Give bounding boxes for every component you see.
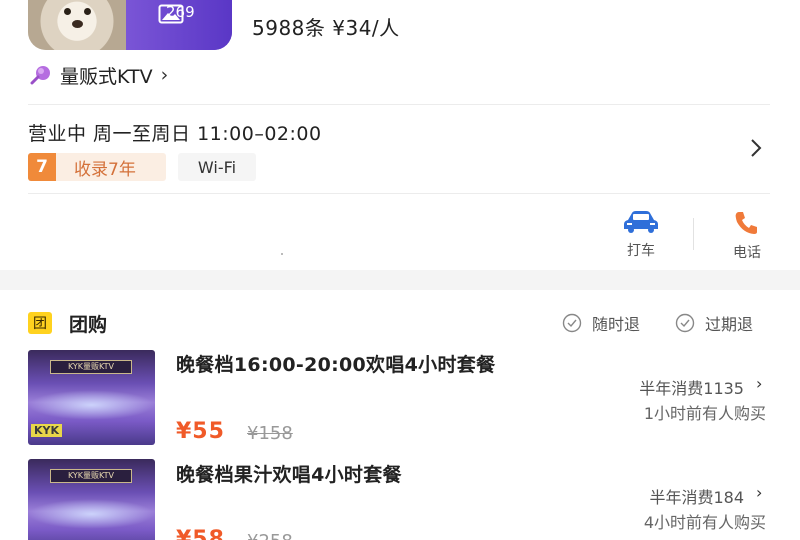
deal-image-signboard: KYK量贩KTV [50, 360, 132, 374]
check-circle-icon [562, 313, 582, 333]
deal-recent-purchase: 4小时前有人购买 [643, 513, 766, 532]
divider [28, 193, 770, 194]
check-circle-icon [675, 313, 695, 333]
deal-title[interactable]: 晚餐档16:00-20:00欢唱4小时套餐 [176, 350, 495, 377]
chevron-right-icon[interactable]: › [756, 374, 762, 393]
dog-nose [72, 20, 83, 28]
deal-sales-count: 半年消费184 [649, 488, 744, 507]
refund-anytime-badge: 随时退 [562, 311, 640, 335]
action-divider [693, 218, 694, 250]
deal-recent-purchase: 1小时前有人购买 [643, 404, 766, 423]
group-buy-title: 团购 [69, 314, 108, 336]
deal-sales-count: 半年消费1135 [639, 379, 744, 398]
stray-dot [281, 253, 283, 255]
dog-eye-left [64, 8, 71, 15]
shop-photo-dog-image [28, 0, 126, 50]
chevron-right-icon[interactable] [750, 138, 762, 158]
chevron-right-icon[interactable]: › [756, 483, 762, 502]
deal-original-price: ¥158 [247, 423, 293, 444]
wifi-tag: Wi-Fi [178, 153, 256, 181]
phone-label: 电话 [733, 245, 761, 261]
shop-photo-thumbnail[interactable]: 269 [28, 0, 232, 50]
phone-icon [735, 212, 757, 234]
deal-image-logo: KYK [31, 424, 63, 437]
listed-years-text: 收录7年 [74, 159, 136, 180]
review-count-and-avg-price: 5988条 ¥34/人 [252, 16, 400, 40]
deal-image-signboard: KYK量贩KTV [50, 469, 132, 483]
group-buy-badge-icon: 团 [28, 312, 52, 334]
listed-years-tag: 7 收录7年 [28, 153, 166, 181]
deal-price: ¥55 [176, 419, 225, 444]
deal-original-price: ¥258 [247, 531, 293, 540]
photo-count: 269 [166, 3, 195, 21]
taxi-label: 打车 [627, 243, 655, 259]
refund-anytime-label: 随时退 [592, 315, 641, 334]
deal-image-lighting [28, 390, 155, 420]
divider [28, 104, 770, 105]
category-link[interactable]: 量贩式KTV › [30, 62, 168, 88]
listed-years-number: 7 [28, 153, 56, 181]
phone-button[interactable]: 电话 [717, 210, 777, 262]
deal-image[interactable]: KYK量贩KTV KYK [28, 350, 155, 445]
category-label: 量贩式KTV [60, 65, 153, 88]
dog-eye-right [84, 8, 91, 15]
chevron-right-icon: › [160, 64, 169, 86]
deal-image-lighting [28, 499, 155, 529]
refund-expired-badge: 过期退 [675, 311, 753, 335]
taxi-button[interactable]: 打车 [611, 210, 671, 260]
microphone-icon [30, 66, 50, 85]
car-icon [624, 211, 658, 233]
section-separator [0, 270, 800, 290]
deal-title[interactable]: 晚餐档果汁欢唱4小时套餐 [176, 460, 402, 487]
business-hours[interactable]: 营业中 周一至周日 11:00–02:00 [28, 119, 322, 146]
refund-expired-label: 过期退 [705, 315, 754, 334]
deal-price: ¥58 [176, 527, 225, 540]
deal-image[interactable]: KYK量贩KTV [28, 459, 155, 540]
